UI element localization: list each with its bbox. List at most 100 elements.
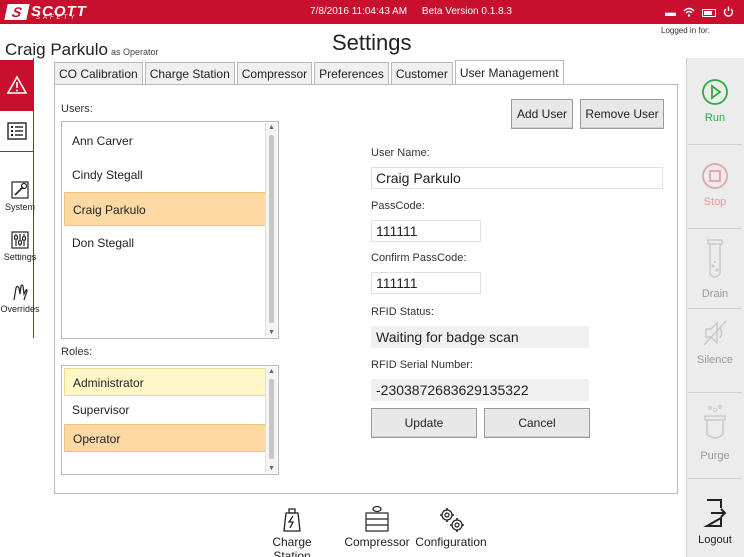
update-button[interactable]: Update	[371, 408, 477, 438]
mute-icon	[703, 320, 727, 346]
list-icon	[6, 122, 27, 140]
bottom-nav: Charge Station Compressor Configuration	[253, 505, 491, 557]
rfid-serial-label: RFID Serial Number:	[371, 359, 474, 371]
scroll-down-icon[interactable]: ▼	[268, 329, 275, 336]
warning-icon	[6, 75, 28, 94]
bottom-nav-compressor[interactable]: Compressor	[337, 505, 417, 557]
list-item[interactable]: Cindy Stegall	[64, 158, 266, 192]
logged-in-label: Logged in for:	[661, 26, 710, 35]
user-name-label: User Name:	[371, 147, 430, 159]
separator	[688, 308, 742, 309]
alarms-tab[interactable]	[0, 60, 34, 110]
list-item[interactable]: Don Stegall	[64, 226, 266, 260]
scroll-thumb[interactable]	[269, 379, 274, 459]
cancel-button[interactable]: Cancel	[484, 408, 590, 438]
logout-label: Logout	[698, 534, 732, 546]
tab-preferences[interactable]: Preferences	[314, 62, 389, 84]
rfid-status-label: RFID Status:	[371, 306, 434, 318]
silence-label: Silence	[696, 354, 734, 366]
separator	[688, 228, 742, 229]
logout-button[interactable]: Logout	[686, 498, 744, 546]
rfid-status-value: Waiting for badge scan	[371, 326, 589, 348]
charge-station-icon	[283, 508, 301, 532]
scroll-down-icon[interactable]: ▼	[268, 465, 275, 472]
add-user-button[interactable]: Add User	[511, 99, 573, 129]
sliders-icon	[11, 231, 29, 249]
hand-icon	[13, 284, 28, 301]
cup-icon	[704, 405, 726, 439]
roles-label: Roles:	[61, 346, 93, 358]
list-item[interactable]: Ann Carver	[64, 124, 266, 158]
separator	[688, 144, 742, 145]
stop-icon	[702, 163, 728, 189]
tab-user-management[interactable]: User Management	[454, 60, 564, 84]
settings-tabs: CO Calibration Charge Station Compressor…	[54, 60, 566, 84]
scroll-up-icon[interactable]: ▲	[268, 124, 275, 131]
remove-user-button[interactable]: Remove User	[580, 99, 664, 129]
drain-label: Drain	[701, 288, 729, 300]
roles-scrollbar[interactable]: ▲ ▼	[265, 367, 277, 473]
test-tube-icon	[707, 239, 723, 278]
user-management-panel: Users: Ann Carver Cindy Stegall Craig Pa…	[54, 84, 678, 494]
users-label: Users:	[61, 103, 93, 115]
current-user-role: as Operator	[111, 47, 159, 57]
bottom-nav-configuration[interactable]: Configuration	[411, 505, 491, 557]
version: Beta Version 0.1.8.3	[421, 6, 512, 17]
passcode-label: PassCode:	[371, 200, 425, 212]
list-item-selected[interactable]: Operator	[64, 424, 266, 452]
wifi-icon	[683, 7, 695, 20]
minimize-icon[interactable]: ▬	[665, 7, 676, 19]
list-tab[interactable]	[0, 110, 34, 152]
nav-settings[interactable]: Settings	[0, 230, 40, 262]
confirm-passcode-label: Confirm PassCode:	[371, 252, 467, 264]
logout-icon	[703, 499, 727, 527]
page-title: Settings	[332, 30, 412, 55]
brand-sub: SAFETY	[36, 15, 78, 21]
tab-customer[interactable]: Customer	[390, 62, 453, 84]
passcode-field[interactable]: 111111	[371, 220, 481, 242]
confirm-passcode-field[interactable]: 111111	[371, 272, 481, 294]
bottom-nav-charge-station[interactable]: Charge Station	[253, 505, 331, 557]
bottom-nav-compressor-label: Compressor	[344, 535, 410, 549]
system-tray: ▬	[665, 6, 734, 20]
power-icon[interactable]	[723, 6, 734, 20]
users-scrollbar[interactable]: ▲ ▼	[265, 123, 277, 337]
wrench-icon	[11, 181, 29, 199]
scroll-thumb[interactable]	[269, 135, 274, 323]
nav-overrides[interactable]: Overrides	[0, 282, 40, 314]
status-info: 7/8/2016 11:04:43 AM Beta Version 0.1.8.…	[310, 6, 524, 17]
stop-button[interactable]: Stop	[686, 162, 744, 208]
battery-icon	[702, 9, 716, 17]
bottom-nav-configuration-label: Configuration	[415, 535, 487, 549]
nav-overrides-label: Overrides	[0, 304, 40, 314]
logo-mark: S	[4, 4, 30, 20]
users-list[interactable]: Ann Carver Cindy Stegall Craig Parkulo D…	[61, 121, 279, 339]
tab-compressor[interactable]: Compressor	[236, 62, 313, 84]
datetime: 7/8/2016 11:04:43 AM	[310, 6, 408, 17]
scott-safety-logo: S SCOTT SAFETY	[4, 3, 87, 21]
silence-button[interactable]: Silence	[686, 318, 744, 366]
nav-system-label: System	[4, 202, 35, 212]
drain-button[interactable]: Drain	[686, 238, 744, 300]
list-item-highlighted[interactable]: Administrator	[64, 368, 266, 396]
compressor-icon	[365, 505, 389, 532]
user-name-field[interactable]: Craig Parkulo	[371, 167, 663, 189]
bottom-nav-charge-station-label: Charge Station	[272, 535, 312, 557]
play-icon	[702, 79, 728, 105]
current-user-name: Craig Parkulo	[5, 40, 108, 59]
run-label: Run	[704, 112, 726, 124]
stop-label: Stop	[703, 196, 727, 208]
nav-settings-label: Settings	[3, 252, 37, 262]
nav-system[interactable]: System	[0, 180, 40, 212]
tab-charge-station[interactable]: Charge Station	[144, 62, 235, 84]
separator	[688, 478, 742, 479]
tab-co-calibration[interactable]: CO Calibration	[54, 62, 143, 84]
run-button[interactable]: Run	[686, 78, 744, 124]
gears-icon	[440, 508, 464, 532]
roles-list[interactable]: Administrator Supervisor Operator ▲ ▼	[61, 365, 279, 475]
scroll-up-icon[interactable]: ▲	[268, 368, 275, 375]
purge-button[interactable]: Purge	[686, 404, 744, 462]
list-item-selected[interactable]: Craig Parkulo	[64, 192, 266, 226]
list-item[interactable]: Supervisor	[64, 396, 266, 424]
top-status-bar: S SCOTT SAFETY 7/8/2016 11:04:43 AM Beta…	[0, 0, 744, 24]
